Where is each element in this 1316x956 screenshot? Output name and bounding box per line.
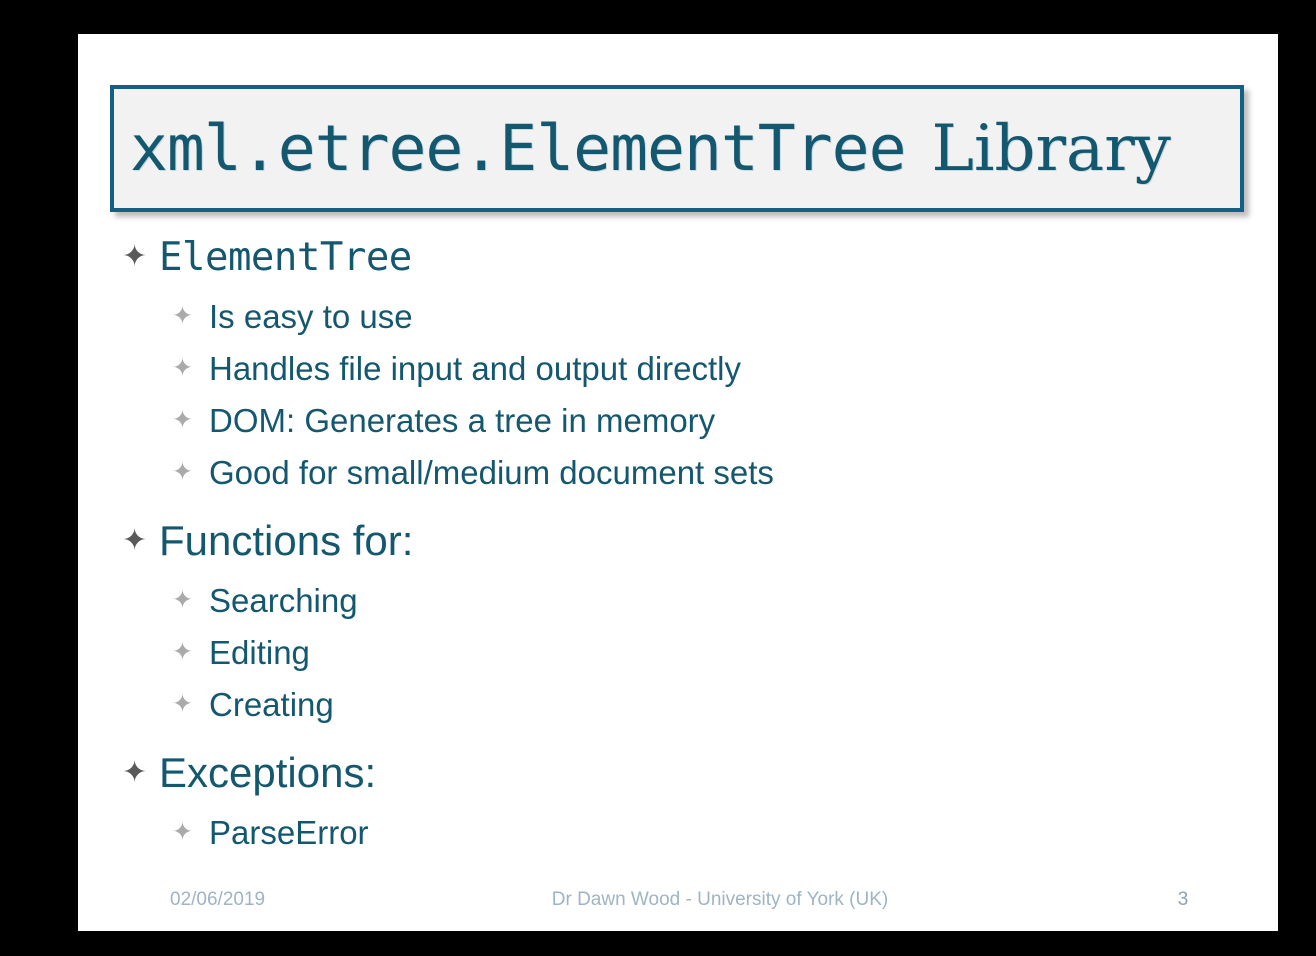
bullet-item-label: Is easy to use [209, 297, 413, 335]
bullet-item-level1: ✦ Functions for: [122, 508, 1242, 574]
bullet-item-label: Creating [209, 685, 334, 723]
bullet-item-label: Handles file input and output directly [209, 349, 741, 387]
bullet-item-level2: ✦ Handles file input and output directly [172, 342, 1242, 394]
slide-footer: 02/06/2019 Dr Dawn Wood - University of … [78, 889, 1278, 919]
bullet-item-level1: ✦ ElementTree [122, 224, 1242, 290]
page-title-mono-part: xml.etree.ElementTree [130, 111, 907, 185]
four-point-star-bullet-icon: ✦ [172, 457, 193, 486]
bullet-item-level2: ✦ Editing [172, 626, 1242, 678]
bullet-item-label: Functions for: [159, 517, 414, 564]
footer-attribution: Dr Dawn Wood - University of York (UK) [551, 889, 889, 910]
slide-surface: xml.etree.ElementTree Library ✦ ElementTre… [78, 34, 1278, 931]
bullet-item-label: Searching [209, 581, 358, 619]
bullet-item-level1: ✦ Exceptions: [122, 740, 1242, 806]
slide-title-box: xml.etree.ElementTree Library [110, 85, 1244, 212]
footer-page-number: 3 [1177, 889, 1189, 910]
bullet-item-level2: ✦ Searching [172, 574, 1242, 626]
page-title-serif-part: Library [931, 111, 1171, 186]
page-title: xml.etree.ElementTree Library [114, 117, 1171, 181]
bullet-item-level2: ✦ Good for small/medium document sets [172, 446, 1242, 498]
bullet-item-level2: ✦ Creating [172, 678, 1242, 730]
bullet-item-level2: ✦ ParseError [172, 806, 1242, 858]
bullet-item-label: ParseError [209, 813, 369, 851]
four-point-star-bullet-icon: ✦ [172, 405, 193, 434]
bullet-item-level2: ✦ DOM: Generates a tree in memory [172, 394, 1242, 446]
four-point-star-bullet-icon: ✦ [172, 585, 193, 614]
four-point-star-bullet-icon: ✦ [122, 756, 148, 789]
four-point-star-bullet-icon: ✦ [172, 817, 193, 846]
bullet-item-label: Good for small/medium document sets [209, 453, 774, 491]
four-point-star-bullet-icon: ✦ [172, 637, 193, 666]
four-point-star-bullet-icon: ✦ [172, 689, 193, 718]
bullet-item-level2: ✦ Is easy to use [172, 290, 1242, 342]
slide-root: xml.etree.ElementTree Library ✦ ElementTre… [0, 0, 1316, 956]
bullet-item-label: ElementTree [159, 234, 412, 280]
bullet-item-label: DOM: Generates a tree in memory [209, 401, 716, 439]
bullet-item-label: Exceptions: [159, 749, 377, 796]
four-point-star-bullet-icon: ✦ [172, 301, 193, 330]
four-point-star-bullet-icon: ✦ [122, 240, 148, 273]
four-point-star-bullet-icon: ✦ [172, 353, 193, 382]
four-point-star-bullet-icon: ✦ [122, 524, 148, 557]
bullet-list: ✦ ElementTree ✦ Is easy to use ✦ Handles file… [122, 224, 1242, 858]
bullet-item-label: Editing [209, 633, 310, 671]
